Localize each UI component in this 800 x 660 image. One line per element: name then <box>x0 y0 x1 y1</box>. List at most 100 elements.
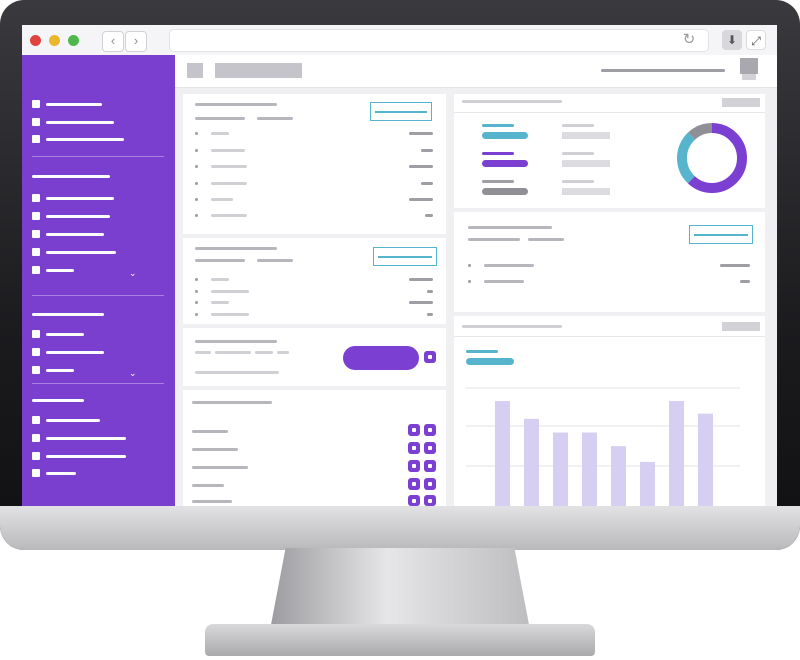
bullet <box>195 278 198 281</box>
monitor-stand-base <box>205 624 595 656</box>
bar-1 <box>495 401 510 506</box>
bullet <box>195 165 198 168</box>
legend-value <box>562 132 610 139</box>
sidebar-item-dropdown[interactable] <box>46 369 74 372</box>
grid-cell-icon[interactable] <box>424 478 436 490</box>
card-title <box>195 340 277 343</box>
sidebar-item[interactable] <box>46 233 104 236</box>
expand-button[interactable]: ⤢ <box>746 30 766 50</box>
chevron-down-icon[interactable]: ⌄ <box>129 369 137 378</box>
forward-button[interactable]: › <box>125 31 147 52</box>
donut-chart <box>677 123 747 193</box>
chevron-down-icon[interactable]: ⌄ <box>129 269 137 278</box>
card-title <box>192 401 272 404</box>
bullet <box>195 313 198 316</box>
sidebar-item-icon <box>32 348 40 356</box>
list-item-value <box>409 165 433 168</box>
sidebar-item-icon <box>32 330 40 338</box>
grid-cell-icon[interactable] <box>408 460 420 472</box>
list-item <box>211 182 247 185</box>
grid-cell-icon[interactable] <box>408 478 420 490</box>
monitor-chin <box>0 506 800 550</box>
grid-cell-icon[interactable] <box>424 460 436 472</box>
bar-5 <box>611 446 626 506</box>
sidebar-item[interactable] <box>46 103 102 106</box>
card-meta <box>195 371 279 374</box>
download-button[interactable]: ⬇ <box>722 30 742 50</box>
grid-row-label <box>192 448 238 451</box>
list-item-value <box>421 182 433 185</box>
card-action-button[interactable] <box>373 247 437 266</box>
card-meta <box>195 351 211 354</box>
list-item-value <box>720 264 750 267</box>
sidebar-item[interactable] <box>46 138 124 141</box>
card-subtitle <box>528 238 564 241</box>
bar-2 <box>524 418 539 506</box>
browser-toolbar: ‹ › ↻ ⬇ ⤢ <box>22 25 777 56</box>
menu-icon[interactable] <box>187 63 203 78</box>
address-bar[interactable] <box>169 29 709 52</box>
grid-cell-icon[interactable] <box>408 442 420 454</box>
list-card <box>183 238 446 324</box>
sidebar-item[interactable] <box>46 351 104 354</box>
list-item-value <box>409 278 433 281</box>
grid-cell-icon[interactable] <box>408 495 420 506</box>
bar-7 <box>669 401 684 506</box>
sidebar-item-icon <box>32 230 40 238</box>
options-icon[interactable] <box>424 351 436 363</box>
list-item-value <box>427 290 433 293</box>
list-item <box>211 290 249 293</box>
sidebar-item-icon <box>32 100 40 108</box>
card-menu-button[interactable] <box>722 98 760 107</box>
sidebar-item[interactable] <box>46 121 114 124</box>
header-user-name <box>601 69 725 72</box>
bar-8 <box>698 413 713 506</box>
sidebar-item-icon <box>32 118 40 126</box>
grid-cell-icon[interactable] <box>408 424 420 436</box>
card-action-button[interactable] <box>370 102 432 121</box>
bullet <box>195 132 198 135</box>
bar-3 <box>553 432 568 506</box>
bar-4 <box>582 432 597 506</box>
list-item-value <box>409 198 433 201</box>
legend-swatch <box>482 160 528 167</box>
sidebar-item[interactable] <box>46 197 114 200</box>
close-window-button[interactable] <box>30 35 41 46</box>
sidebar-item[interactable] <box>46 215 110 218</box>
avatar[interactable] <box>740 58 758 74</box>
list-item-value <box>740 280 750 283</box>
back-button[interactable]: ‹ <box>102 31 124 52</box>
card-subtitle <box>257 117 293 120</box>
sidebar-item[interactable] <box>46 419 100 422</box>
grid-row-label <box>192 466 248 469</box>
list-item <box>211 132 229 135</box>
sidebar-item[interactable] <box>46 437 126 440</box>
grid-cell-icon[interactable] <box>424 424 436 436</box>
sidebar-item-dropdown[interactable] <box>46 269 74 272</box>
legend-label <box>482 152 514 155</box>
sidebar-divider <box>32 156 164 157</box>
card-action-button[interactable] <box>689 225 753 244</box>
sidebar-item[interactable] <box>46 251 116 254</box>
minimize-window-button[interactable] <box>49 35 60 46</box>
grid-row-label <box>192 484 224 487</box>
sidebar-item[interactable] <box>46 333 84 336</box>
sidebar-item[interactable] <box>46 472 76 475</box>
avatar-shadow <box>742 74 756 80</box>
download-icon: ⬇ <box>726 33 738 47</box>
primary-action-button[interactable] <box>343 346 419 370</box>
sidebar-item-icon <box>32 416 40 424</box>
sidebar-item-icon <box>32 194 40 202</box>
bullet <box>195 198 198 201</box>
list-item <box>211 149 245 152</box>
sidebar-item[interactable] <box>46 455 126 458</box>
reload-icon[interactable]: ↻ <box>680 31 698 49</box>
card-meta <box>277 351 289 354</box>
list-item-value <box>409 301 433 304</box>
list-item-value <box>409 132 433 135</box>
screen: ‹ › ↻ ⬇ ⤢ ⌄ ⌄ <box>22 25 777 506</box>
grid-cell-icon[interactable] <box>424 442 436 454</box>
list-item <box>211 278 229 281</box>
maximize-window-button[interactable] <box>68 35 79 46</box>
grid-cell-icon[interactable] <box>424 495 436 506</box>
